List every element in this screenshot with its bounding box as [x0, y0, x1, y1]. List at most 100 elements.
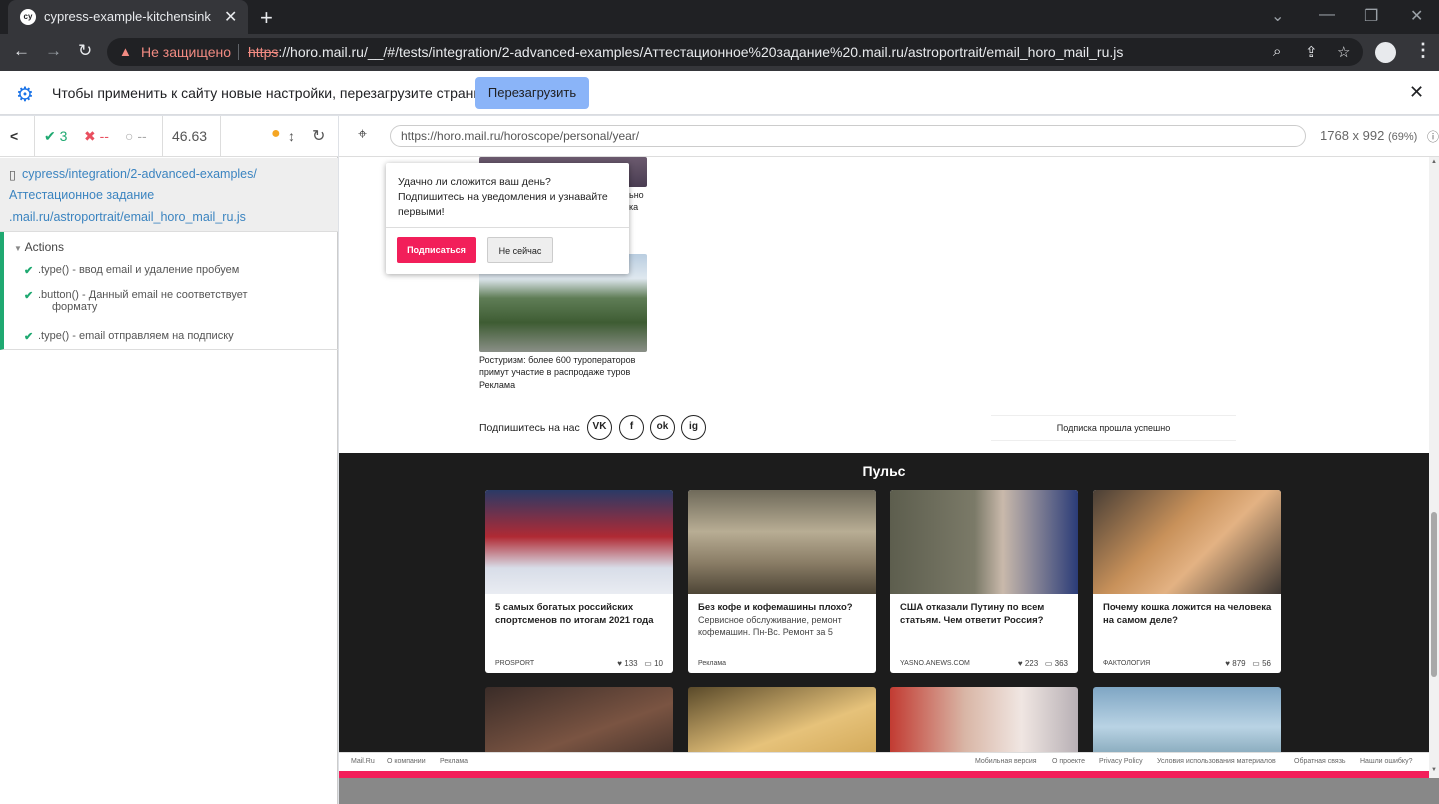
aut-scrollbar[interactable]: ▲ ▼ [1429, 157, 1439, 778]
card-image[interactable] [688, 490, 876, 594]
footer-link[interactable]: Нашли ошибку? [1360, 758, 1412, 765]
aut-frame: ьно ка Ростуризм: более 600 туроператоро… [339, 157, 1439, 804]
tab-search-chevron-icon[interactable]: ⌄ [1271, 6, 1284, 26]
close-tab-icon[interactable]: ✕ [224, 7, 237, 27]
new-tab-icon[interactable]: + [260, 5, 273, 31]
not-now-button[interactable]: Не сейчас [487, 237, 553, 263]
reporter-header: < ✔ 3 ✖ -- ○ -- 46.63 ● ↕ ↻ [0, 116, 338, 157]
info-bar: ⚙ Чтобы применить к сайту новые настройк… [0, 71, 1439, 115]
subscription-status-box: Подписка прошла успешно [991, 415, 1236, 441]
selector-playground-icon[interactable]: ⌖ [358, 126, 367, 144]
failed-count[interactable]: ✖ -- [84, 128, 109, 145]
info-bar-message: Чтобы применить к сайту новые настройки,… [52, 85, 497, 101]
spec-path-line-1[interactable]: cypress/integration/2-advanced-examples/ [22, 167, 257, 181]
scroll-down-icon[interactable]: ▼ [1431, 767, 1437, 773]
auto-scroll-icon[interactable]: ↕ [288, 128, 295, 144]
footer-link[interactable]: Обратная связь [1294, 758, 1346, 765]
subscription-status: Подписка прошла успешно [1056, 423, 1171, 433]
check-icon: ✔ [24, 265, 34, 277]
instagram-icon[interactable]: ig [681, 415, 706, 440]
share-icon[interactable]: ⇪ [1305, 43, 1318, 61]
news-card[interactable]: США отказали Путину по всем статьям. Чем… [890, 490, 1078, 673]
news-card[interactable]: Почему кошка ложится на человека на само… [1093, 490, 1281, 673]
card-image[interactable] [1093, 490, 1281, 594]
tab-title: cypress-example-kitchensink [44, 9, 211, 24]
info-icon[interactable]: ⓘ [1427, 128, 1439, 145]
actions-header[interactable]: ▼ Actions [14, 240, 64, 254]
back-icon[interactable]: ← [13, 41, 30, 61]
action-item[interactable]: ✔ .type() - email отправляем на подписку [24, 330, 324, 343]
card-image[interactable] [485, 490, 673, 594]
minimize-icon[interactable]: — [1319, 6, 1335, 24]
facebook-icon[interactable]: f [619, 415, 644, 440]
card-title[interactable]: 5 самых богатых российских спортсменов п… [495, 601, 665, 627]
footer-link[interactable]: Privacy Policy [1099, 758, 1143, 765]
card-source: ФАКТОЛОГИЯ [1103, 660, 1151, 667]
menu-kebab-icon[interactable]: ⋮ [1414, 40, 1432, 61]
odnoklassniki-icon[interactable]: ok [650, 415, 675, 440]
collapse-chevron-icon[interactable]: < [10, 128, 18, 144]
caret-down-icon: ▼ [14, 244, 22, 253]
spec-path: ▯ cypress/integration/2-advanced-example… [0, 158, 338, 232]
subscribe-button[interactable]: Подписаться [397, 237, 476, 263]
cypress-reporter: < ✔ 3 ✖ -- ○ -- 46.63 ● ↕ ↻ ▯ cypress/in… [0, 116, 338, 804]
spec-path-line-3[interactable]: .mail.ru/astroportrait/email_horo_mail_r… [9, 210, 246, 224]
profile-avatar-icon[interactable] [1375, 42, 1396, 63]
pulse-title: Пульс [862, 463, 906, 479]
comment-icon: ▭ [1044, 659, 1053, 668]
aut-url[interactable]: https://horo.mail.ru/horoscope/personal/… [390, 125, 1306, 147]
close-window-icon[interactable]: ✕ [1410, 6, 1423, 26]
footer-link[interactable]: Mail.Ru [351, 758, 375, 765]
forward-icon[interactable]: → [45, 41, 62, 61]
browser-tab[interactable]: cy cypress-example-kitchensink ✕ [8, 0, 248, 34]
follow-label: Подпишитесь на нас [479, 422, 580, 434]
heart-icon: ♥ [1017, 659, 1023, 668]
action-item[interactable]: ✔ .button() - Данный email не соответству… [24, 289, 324, 313]
card-image[interactable] [890, 490, 1078, 594]
notification-popup: Удачно ли сложится ваш день? Подпишитесь… [386, 163, 629, 274]
footer-link[interactable]: Мобильная версия [975, 758, 1037, 765]
popup-text: Удачно ли сложится ваш день? Подпишитесь… [398, 176, 608, 218]
close-infobar-icon[interactable]: ✕ [1409, 82, 1424, 103]
card-title[interactable]: Без кофе и кофемашины плохо? [698, 601, 868, 614]
bookmark-star-icon[interactable]: ☆ [1337, 43, 1350, 61]
address-url[interactable]: https://horo.mail.ru/__/#/tests/integrat… [248, 44, 1123, 60]
passed-count[interactable]: ✔ 3 [44, 128, 67, 145]
card-source: Реклама [698, 660, 727, 667]
scrollbar-thumb[interactable] [1431, 512, 1437, 677]
viewport-size: 1768 x 992 (69%) [1320, 128, 1418, 143]
card-stats: ♥ 133 ▭ 10 [617, 659, 663, 668]
zoom-icon[interactable]: ⌕ [1273, 43, 1281, 60]
heart-icon: ♥ [1225, 659, 1231, 668]
action-item[interactable]: ✔ .type() - ввод email и удаление пробуем [24, 264, 324, 277]
footer-link[interactable]: О компании [387, 758, 426, 765]
news-card[interactable]: Без кофе и кофемашины плохо? Сервисное о… [688, 490, 876, 673]
security-label[interactable]: Не защищено [141, 44, 231, 60]
pending-count[interactable]: ○ -- [125, 128, 147, 144]
warning-icon[interactable]: ▲ [119, 44, 132, 59]
news-card[interactable]: 5 самых богатых российских спортсменов п… [485, 490, 673, 673]
card-title[interactable]: Почему кошка ложится на человека на само… [1103, 601, 1273, 627]
spec-path-line-2[interactable]: Аттестационное задание [9, 188, 154, 202]
ad-label: Реклама [479, 380, 516, 390]
divider [162, 116, 163, 157]
navigation-bar: ← → ↻ ▲ Не защищено https://horo.mail.ru… [0, 34, 1439, 71]
horo-page: ьно ка Ростуризм: более 600 туроператоро… [339, 157, 1429, 778]
restart-icon[interactable]: ↻ [312, 126, 325, 146]
footer-link[interactable]: Реклама [440, 758, 468, 765]
reload-page-button[interactable]: Перезагрузить [475, 77, 589, 109]
card-stats: ♥ 223 ▭ 363 [1017, 659, 1068, 668]
scroll-up-icon[interactable]: ▲ [1431, 159, 1437, 165]
reload-icon[interactable]: ↻ [78, 41, 92, 61]
ad-title[interactable]: Ростуризм: более 600 туроператоров приму… [479, 354, 649, 378]
restore-icon[interactable]: ❐ [1364, 6, 1378, 26]
card-source: YASNO.ANEWS.COM [900, 660, 970, 667]
vk-icon[interactable]: VK [587, 415, 612, 440]
footer-accent-bar [339, 771, 1429, 778]
divider [220, 116, 221, 157]
footer-link[interactable]: Условия использования материалов [1157, 758, 1276, 765]
address-bar[interactable]: ▲ Не защищено https://horo.mail.ru/__/#/… [107, 38, 1363, 66]
comment-icon: ▭ [644, 659, 652, 668]
card-title[interactable]: США отказали Путину по всем статьям. Чем… [900, 601, 1070, 627]
footer-link[interactable]: О проекте [1052, 758, 1085, 765]
